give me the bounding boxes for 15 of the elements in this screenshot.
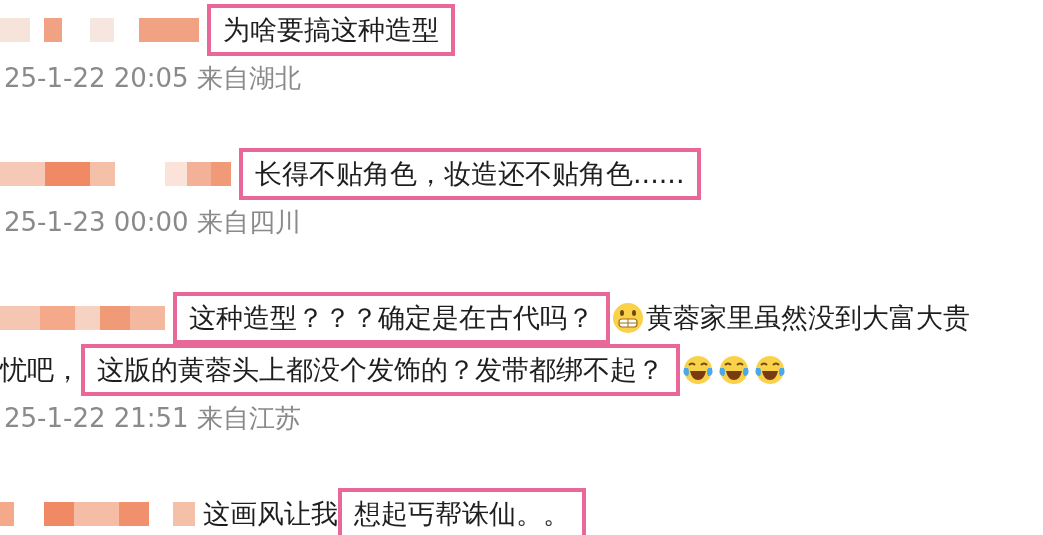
highlighted-comment-text: 想起丐帮诛仙。。 (338, 488, 586, 535)
highlighted-comment-text: 为啥要搞这种造型 (207, 4, 455, 56)
laugh-cry-emoji-icon (718, 354, 750, 386)
highlighted-comment-text: 这版的黄蓉头上都没个发饰的？发带都绑不起？ (81, 344, 680, 396)
comment-text: 黄蓉家里虽然没到大富大贵 (646, 301, 970, 335)
comment-text: 这画风让我 (203, 497, 338, 531)
comment-date: 25-1-22 20:05 来自湖北 (3, 62, 302, 95)
laugh-cry-emoji-icon (754, 354, 786, 386)
comment-date: 25-1-22 21:51 来自江苏 (3, 402, 302, 435)
laugh-cry-emoji-icon (682, 354, 714, 386)
comment-text: 忧吧， (0, 353, 81, 387)
highlighted-comment-text: 长得不贴角色，妆造还不贴角色...... (239, 148, 701, 200)
comment-date: 25-1-23 00:00 来自四川 (3, 206, 302, 239)
highlighted-comment-text: 这种造型？？？确定是在古代吗？ (173, 292, 610, 344)
grimace-emoji-icon (612, 302, 644, 334)
